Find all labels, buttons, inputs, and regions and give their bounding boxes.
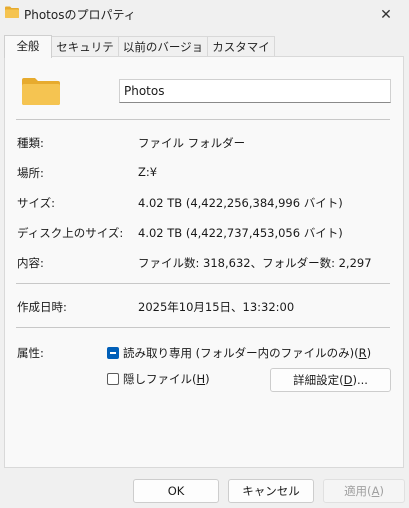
created-value: 2025年10月15日、13:32:00 <box>138 300 295 314</box>
attributes-label: 属性: <box>17 346 44 360</box>
hidden-checkbox[interactable] <box>107 373 119 385</box>
type-label: 種類: <box>17 136 44 150</box>
cancel-button[interactable]: キャンセル <box>228 479 314 503</box>
contents-label: 内容: <box>17 256 44 270</box>
created-label: 作成日時: <box>17 300 67 314</box>
window-title: Photosのプロパティ <box>24 8 136 22</box>
size-value: 4.02 TB (4,422,256,384,996 バイト) <box>138 196 343 210</box>
apply-button[interactable]: 適用(A) <box>323 479 405 503</box>
folder-icon <box>22 78 60 105</box>
tab-previous-versions[interactable]: 以前のバージョン <box>118 36 208 74</box>
disk-size-value: 4.02 TB (4,422,737,453,056 バイト) <box>138 226 343 240</box>
advanced-settings-button[interactable]: 詳細設定(D)... <box>270 368 391 392</box>
readonly-checkbox-label[interactable]: 読み取り専用 (フォルダー内のファイルのみ)(R) <box>123 345 371 361</box>
tab-general[interactable]: 全般 <box>4 35 52 58</box>
readonly-checkbox[interactable] <box>107 347 119 359</box>
tab-security[interactable]: セキュリティ <box>51 36 119 74</box>
folder-name-input[interactable] <box>119 79 391 103</box>
folder-icon <box>5 6 19 18</box>
size-label: サイズ: <box>17 196 56 210</box>
title-bar: Photosのプロパティ ✕ <box>0 0 409 30</box>
type-value: ファイル フォルダー <box>138 136 246 150</box>
ok-button[interactable]: OK <box>133 479 219 503</box>
general-tab-panel: 種類: ファイル フォルダー 場所: Z:¥ サイズ: 4.02 TB (4,4… <box>4 56 404 468</box>
contents-value: ファイル数: 318,632、フォルダー数: 2,297 <box>138 256 372 270</box>
location-value: Z:¥ <box>138 165 158 179</box>
tab-customize[interactable]: カスタマイズ <box>207 36 275 74</box>
location-label: 場所: <box>17 166 44 180</box>
close-icon: ✕ <box>380 7 392 23</box>
hidden-checkbox-label[interactable]: 隠しファイル(H) <box>123 371 210 387</box>
separator <box>16 327 390 328</box>
close-button[interactable]: ✕ <box>363 0 409 30</box>
separator <box>16 119 390 120</box>
separator <box>16 283 390 284</box>
disk-size-label: ディスク上のサイズ: <box>17 226 124 240</box>
